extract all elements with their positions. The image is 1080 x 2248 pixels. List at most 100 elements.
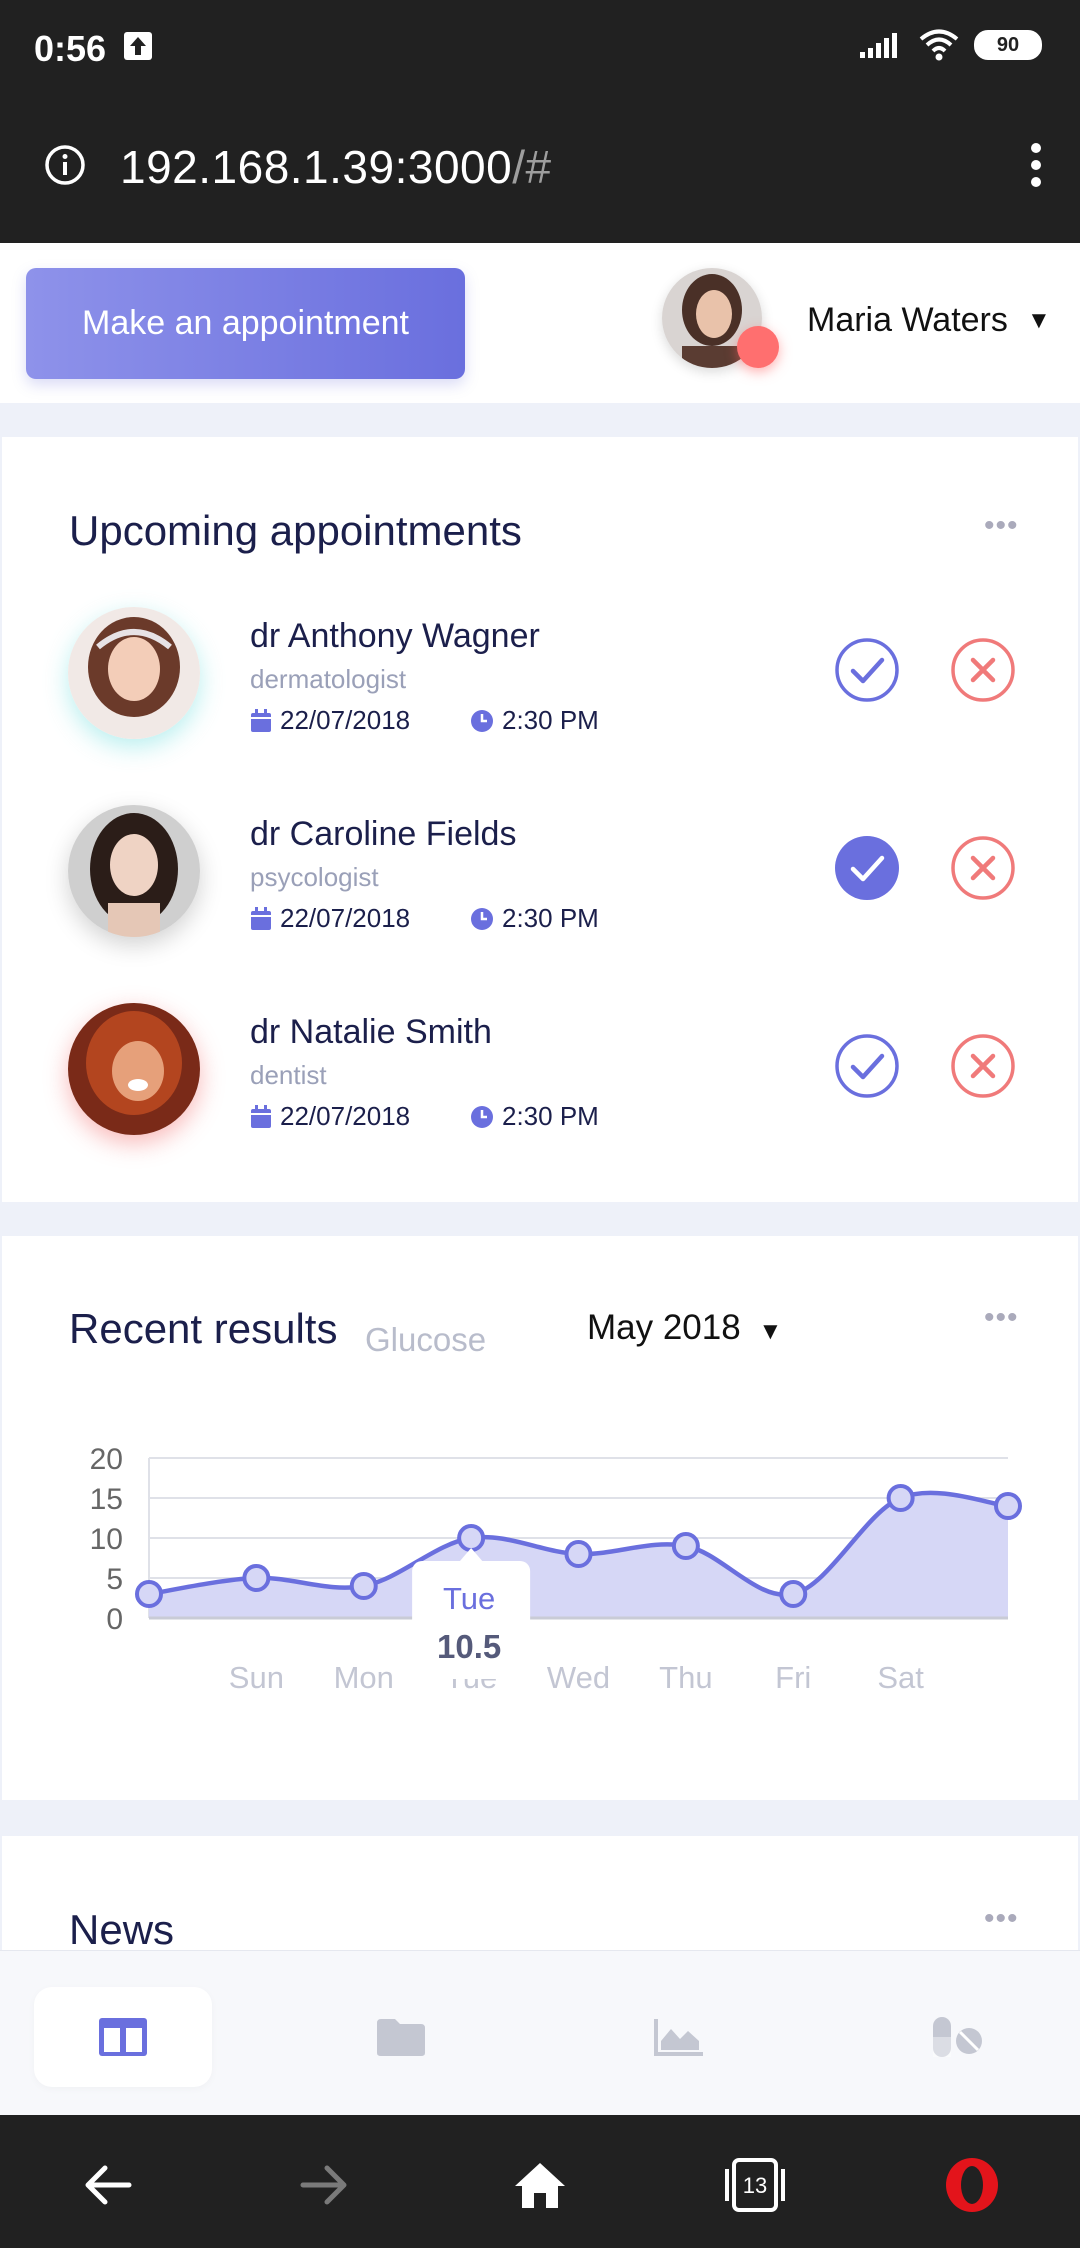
home-icon <box>515 2163 565 2208</box>
arrow-right-icon <box>300 2165 347 2205</box>
chart-tooltip: Tue 10.5 <box>412 1548 531 1679</box>
doctor-name: dr Natalie Smith <box>250 1013 492 1051</box>
cancel-x-icon[interactable] <box>950 1033 1016 1099</box>
doctor-specialty: dentist <box>250 1060 327 1090</box>
month-label: May 2018 <box>587 1308 741 1347</box>
y-tick-label: 5 <box>106 1563 123 1596</box>
make-appointment-button[interactable]: Make an appointment <box>26 268 465 379</box>
wifi-icon <box>919 29 959 61</box>
appointment-row[interactable]: dr Caroline Fields psycologist 22/07/201… <box>2 805 1078 945</box>
opera-logo-icon <box>946 2158 998 2212</box>
appointment-time: 2:30 PM <box>470 1101 599 1132</box>
status-bar: 0:56 90 <box>0 0 1080 96</box>
appointment-time: 2:30 PM <box>470 903 599 934</box>
dashboard-icon <box>99 2018 147 2056</box>
appointment-date-text: 22/07/2018 <box>280 1101 411 1131</box>
doctor-specialty: dermatologist <box>250 664 407 694</box>
tooltip-day: Tue <box>443 1581 495 1616</box>
forward-button[interactable] <box>284 2145 364 2225</box>
appointment-row[interactable]: dr Natalie Smith dentist 22/07/2018 2:30… <box>2 1003 1078 1143</box>
info-icon[interactable] <box>44 144 86 186</box>
nav-dashboard[interactable] <box>34 1987 212 2087</box>
tabs-icon: 13 <box>725 2158 785 2212</box>
glucose-chart: 0 5 10 15 20 Sun Mon Tue Wed Thu Fri Sat Tue 10.5 <box>90 1443 1022 1695</box>
status-dot <box>737 326 779 368</box>
data-point <box>349 1572 378 1600</box>
confirm-check-icon[interactable] <box>834 637 900 703</box>
appointment-time: 2:30 PM <box>470 705 599 736</box>
appointment-time-text: 2:30 PM <box>502 903 599 933</box>
x-tick-label: Sun <box>229 1660 284 1695</box>
calendar-icon <box>251 708 271 732</box>
results-card: Recent results Glucose May 2018 ▼ ••• 0 5… <box>2 1236 1078 1800</box>
appointment-date: 22/07/2018 <box>250 1101 410 1132</box>
signal-icon <box>860 33 897 58</box>
tabs-count: 13 <box>743 2173 767 2198</box>
confirm-check-icon[interactable] <box>834 1033 900 1099</box>
results-more-icon[interactable]: ••• <box>984 1301 1019 1335</box>
data-point <box>457 1524 486 1552</box>
more-vert-icon[interactable] <box>1026 140 1046 190</box>
app-header: Make an appointment Maria Waters ▼ <box>0 243 1080 403</box>
status-time: 0:56 <box>34 28 107 69</box>
tabs-button[interactable]: 13 <box>715 2145 795 2225</box>
x-tick-label: Wed <box>547 1660 610 1695</box>
appointment-time-text: 2:30 PM <box>502 1101 599 1131</box>
appointment-date: 22/07/2018 <box>250 705 410 736</box>
user-menu-caret-icon[interactable]: ▼ <box>1027 307 1051 335</box>
month-caret-icon: ▼ <box>758 1318 783 1345</box>
opera-menu-button[interactable] <box>932 2145 1012 2225</box>
url-field[interactable]: 192.168.1.39:3000/# <box>120 140 552 194</box>
cancel-x-icon[interactable] <box>950 835 1016 901</box>
results-subtitle: Glucose <box>365 1321 487 1358</box>
user-name[interactable]: Maria Waters <box>807 301 1008 340</box>
system-nav-bar: 13 <box>0 2115 1080 2248</box>
doctor-specialty: psycologist <box>250 862 379 892</box>
news-more-icon[interactable]: ••• <box>984 1902 1019 1936</box>
clock-icon <box>471 907 493 930</box>
calendar-icon <box>251 1104 271 1128</box>
folder-icon <box>377 2019 425 2056</box>
y-tick-label: 15 <box>90 1483 123 1516</box>
appointment-date: 22/07/2018 <box>250 903 410 934</box>
doctor-avatar <box>68 607 200 739</box>
cancel-x-icon[interactable] <box>950 637 1016 703</box>
confirmed-check-icon[interactable] <box>834 835 900 901</box>
appointment-row[interactable]: dr Anthony Wagner dermatologist 22/07/20… <box>2 607 1078 747</box>
appointment-date-text: 22/07/2018 <box>280 903 411 933</box>
y-tick-label: 0 <box>106 1603 123 1636</box>
data-point <box>242 1564 271 1592</box>
data-point <box>779 1580 808 1608</box>
bottom-nav <box>0 1950 1080 2115</box>
results-title: Recent results <box>69 1305 338 1352</box>
appointments-more-icon[interactable]: ••• <box>984 509 1019 543</box>
x-tick-label: Thu <box>659 1660 712 1695</box>
data-point <box>671 1532 700 1560</box>
back-button[interactable] <box>68 2145 148 2225</box>
browser-bar: 192.168.1.39:3000/# <box>0 96 1080 243</box>
nav-files[interactable] <box>312 1987 490 2087</box>
x-tick-label: Fri <box>775 1660 811 1695</box>
home-button[interactable] <box>500 2145 580 2225</box>
appointments-title: Upcoming appointments <box>69 507 522 554</box>
arrow-left-icon <box>85 2165 132 2205</box>
status-icons: 90 <box>858 28 1042 62</box>
calendar-icon <box>251 906 271 930</box>
data-point <box>886 1484 915 1512</box>
doctor-avatar <box>68 1003 200 1135</box>
month-select[interactable]: May 2018 ▼ <box>587 1308 782 1348</box>
news-title: News <box>69 1906 175 1953</box>
url-path: /# <box>512 141 552 193</box>
appointments-card: Upcoming appointments ••• dr Anthony Wag… <box>2 437 1078 1202</box>
battery-indicator: 90 <box>974 30 1042 60</box>
x-tick-label: Mon <box>334 1660 394 1695</box>
area-chart-icon <box>654 2019 703 2056</box>
nav-results[interactable] <box>590 1987 768 2087</box>
y-tick-label: 20 <box>90 1443 123 1476</box>
pills-icon <box>933 2017 982 2057</box>
data-point <box>135 1580 163 1608</box>
nav-medication[interactable] <box>868 1987 1046 2087</box>
clock-icon <box>471 1105 493 1128</box>
data-point <box>564 1540 593 1568</box>
tooltip-value: 10.5 <box>437 1628 501 1665</box>
